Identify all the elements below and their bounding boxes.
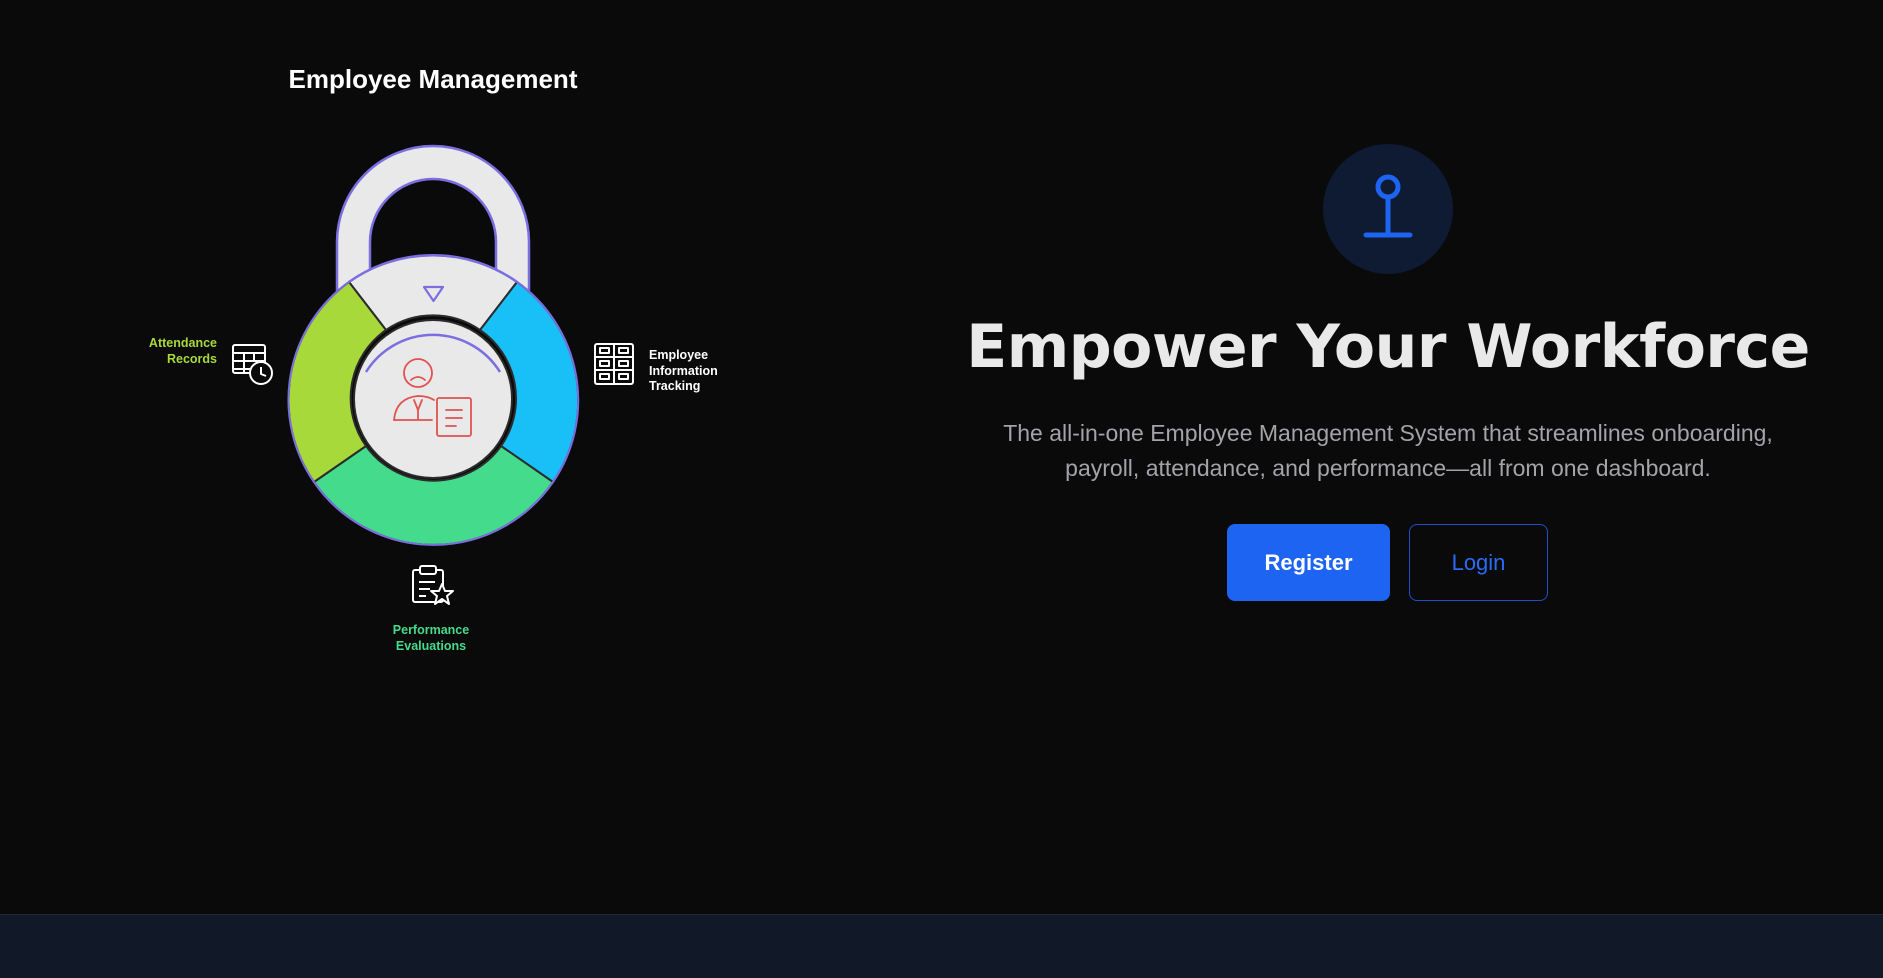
- attendance-label-line2: Records: [166, 351, 217, 366]
- hero-section: Empower Your Workforce The all-in-one Em…: [940, 0, 1836, 914]
- hero-subtitle-line2: payroll, attendance, and performance—all…: [1065, 455, 1711, 481]
- attendance-label-line1: Attendance: [148, 336, 217, 350]
- performance-evaluations-label: Performance Evaluations: [361, 623, 501, 654]
- file-cabinet-icon: [594, 343, 634, 385]
- landing-page: Employee Management Attendance Records E…: [0, 0, 1883, 978]
- employee-info-label-line3: Tracking: [649, 379, 701, 393]
- hero-title: Empower Your Workforce: [966, 312, 1810, 382]
- anchor-pin-icon: [1363, 174, 1413, 238]
- performance-label-line1: Performance: [392, 623, 470, 637]
- padlock-diagram-graphic: [232, 144, 634, 605]
- hero-subtitle: The all-in-one Employee Management Syste…: [940, 416, 1836, 486]
- hero-badge: [1323, 144, 1453, 274]
- clipboard-star-icon: [412, 565, 454, 605]
- login-button[interactable]: Login: [1409, 524, 1548, 601]
- register-button[interactable]: Register: [1227, 524, 1390, 601]
- employee-info-tracking-label: Employee Information Tracking: [649, 348, 769, 395]
- footer: [0, 914, 1883, 978]
- performance-label-line2: Evaluations: [395, 638, 467, 653]
- attendance-records-label: Attendance Records: [110, 336, 217, 367]
- employee-info-label-line2: Information: [649, 363, 718, 378]
- calendar-clock-icon: [232, 344, 273, 385]
- employee-management-diagram: Employee Management Attendance Records E…: [0, 0, 860, 914]
- employee-info-label-line1: Employee: [649, 348, 709, 362]
- hero-subtitle-line1: The all-in-one Employee Management Syste…: [1003, 420, 1773, 446]
- diagram-title: Employee Management: [288, 64, 578, 94]
